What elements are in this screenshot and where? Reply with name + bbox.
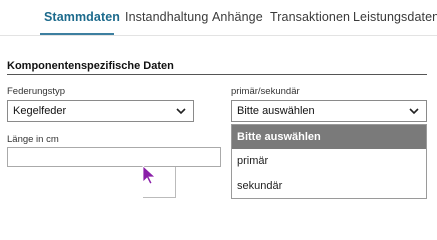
tab-leistungsdaten[interactable]: Leistungsdaten — [353, 10, 437, 24]
primaer-sekundaer-label: primär/sekundär — [231, 86, 300, 97]
federungstyp-select[interactable]: Kegelfeder — [7, 100, 194, 122]
option-sekundaer[interactable]: sekundär — [232, 174, 426, 198]
tab-transaktionen[interactable]: Transaktionen — [270, 10, 350, 24]
tab-stammdaten[interactable]: Stammdaten — [44, 10, 120, 24]
federungstyp-value: Kegelfeder — [13, 105, 67, 117]
tab-bar-divider — [0, 35, 437, 36]
tab-anhaenge[interactable]: Anhänge — [212, 10, 263, 24]
section-divider — [7, 74, 427, 75]
chevron-down-icon — [176, 108, 186, 115]
option-primaer[interactable]: primär — [232, 149, 426, 173]
chevron-down-icon — [409, 108, 419, 115]
primaer-sekundaer-value: Bitte auswählen — [237, 105, 315, 117]
laenge-input[interactable] — [7, 147, 221, 167]
section-title: Komponentenspezifische Daten — [7, 60, 174, 72]
mouse-pointer-icon — [142, 165, 157, 185]
federungstyp-label: Federungstyp — [7, 86, 66, 97]
primaer-sekundaer-select[interactable]: Bitte auswählen — [231, 100, 427, 122]
tab-instandhaltung[interactable]: Instandhaltung — [125, 10, 208, 24]
tab-bar: Stammdaten Instandhaltung Anhänge Transa… — [0, 0, 437, 36]
option-bitte-auswaehlen[interactable]: Bitte auswählen — [232, 125, 426, 149]
laenge-label: Länge in cm — [7, 134, 59, 145]
primaer-sekundaer-dropdown: Bitte auswählen primär sekundär — [231, 124, 427, 199]
